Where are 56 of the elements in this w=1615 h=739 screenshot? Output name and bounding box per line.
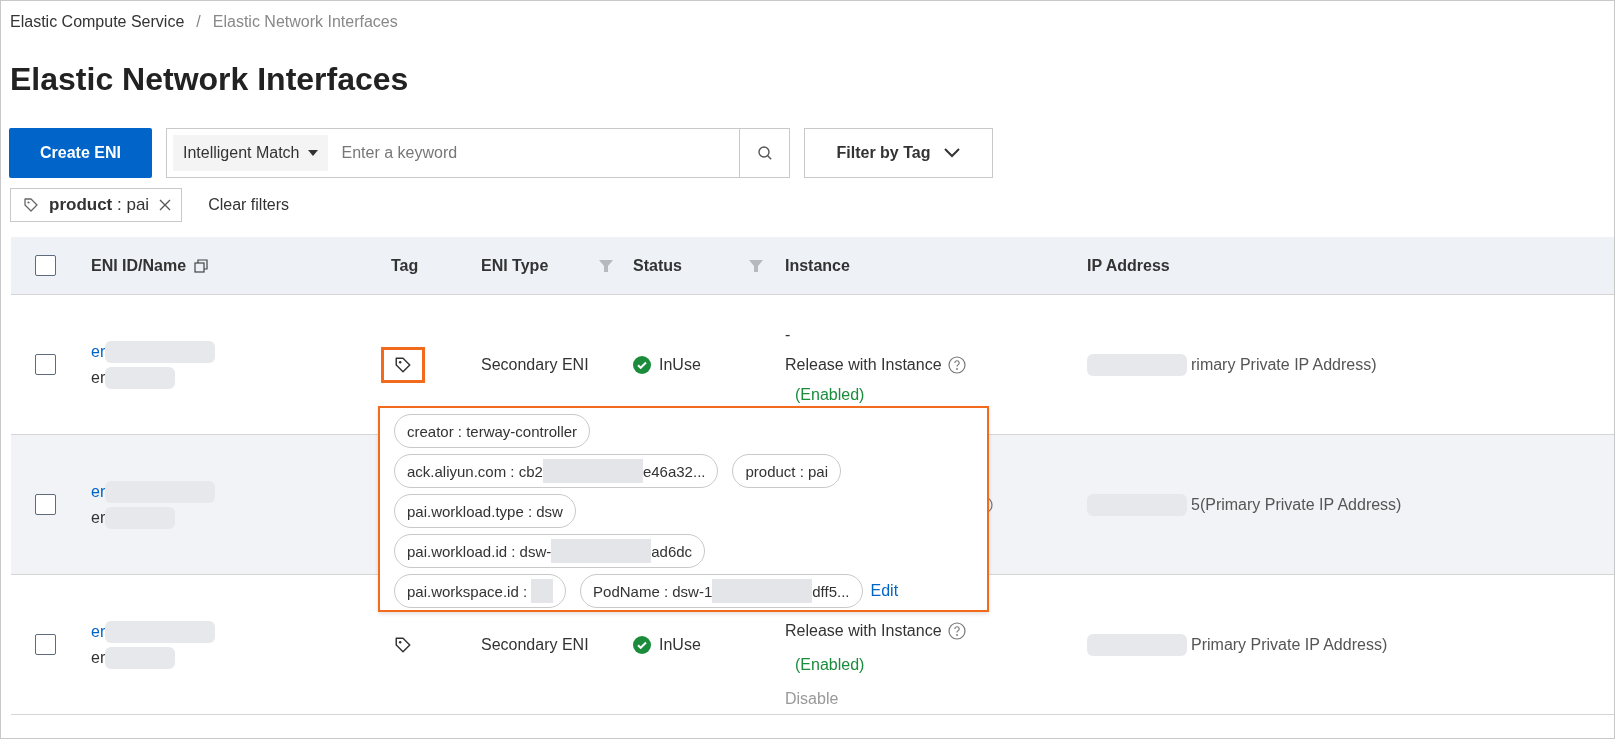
redacted-block — [105, 646, 176, 669]
select-all-checkbox[interactable] — [35, 255, 56, 276]
clear-filters-link[interactable]: Clear filters — [208, 196, 290, 214]
release-setting-label: Release with Instance — [785, 620, 942, 641]
create-button[interactable]: Create ENI — [9, 128, 152, 178]
help-icon[interactable] — [947, 621, 966, 640]
ip-address: 5(Primary Private IP Address) — [1191, 495, 1402, 514]
close-icon[interactable] — [159, 199, 172, 211]
edit-link[interactable]: Edit — [870, 582, 899, 600]
row-checkbox[interactable] — [35, 354, 56, 375]
eni-name: er — [91, 368, 106, 387]
breadcrumb-link[interactable]: Elastic Network Interfaces — [212, 13, 398, 31]
check-circle-icon — [633, 355, 651, 374]
eni-name: er — [91, 648, 106, 667]
chevron-down-icon — [944, 148, 961, 158]
eni-name: er — [91, 508, 106, 527]
redacted-block — [105, 366, 176, 389]
column-header: Status — [633, 256, 682, 275]
help-icon[interactable] — [947, 355, 966, 374]
filter-by-tag-button[interactable]: Filter by Tag — [804, 128, 993, 178]
column-header: ENI ID/Name — [91, 256, 187, 275]
column-header: IP Address — [1087, 256, 1170, 275]
eni-id-link[interactable]: er — [91, 482, 106, 501]
enabled-status: (Enabled) — [794, 654, 865, 675]
breadcrumb-separator: / — [196, 13, 201, 31]
caret-icon — [307, 150, 318, 156]
page-title: Elastic Network Interfaces — [10, 61, 410, 98]
tag-icon — [394, 635, 412, 654]
status-text: InUse — [659, 355, 701, 374]
ip-address: Primary Private IP Address) — [1191, 635, 1388, 654]
column-header: Tag — [391, 256, 419, 275]
column-header: Instance — [785, 256, 850, 275]
search-icon — [756, 145, 773, 161]
eni-type: Secondary ENI — [481, 635, 589, 654]
check-circle-icon — [633, 635, 651, 654]
tag-button[interactable] — [381, 346, 425, 383]
match-select[interactable]: Intelligent Match — [173, 135, 328, 171]
release-setting-label: Release with Instance — [785, 354, 942, 375]
row-checkbox[interactable] — [35, 634, 56, 655]
eni-type: Secondary ENI — [481, 355, 589, 374]
instance-text: - — [785, 324, 791, 345]
row-checkbox[interactable] — [35, 494, 56, 515]
ip-address: rimary Private IP Address) — [1191, 355, 1377, 374]
filter-chip-label: product : pai — [49, 195, 150, 215]
filter-chip[interactable]: product : pai — [10, 188, 183, 222]
column-header: ENI Type — [481, 256, 549, 275]
eni-id-link[interactable]: er — [91, 342, 106, 361]
tag-icon — [394, 355, 412, 374]
copy-icon[interactable] — [194, 258, 209, 273]
eni-id-link[interactable]: er — [91, 622, 106, 641]
status-text: InUse — [659, 635, 701, 654]
search-field[interactable]: Intelligent Match Enter a keyword — [166, 128, 790, 178]
enabled-status: (Enabled) — [794, 384, 865, 405]
tag-icon — [23, 197, 39, 213]
breadcrumb-link[interactable]: Elastic Compute Service — [10, 13, 185, 31]
tag-pill: pai.workspace.id : — [394, 574, 567, 608]
